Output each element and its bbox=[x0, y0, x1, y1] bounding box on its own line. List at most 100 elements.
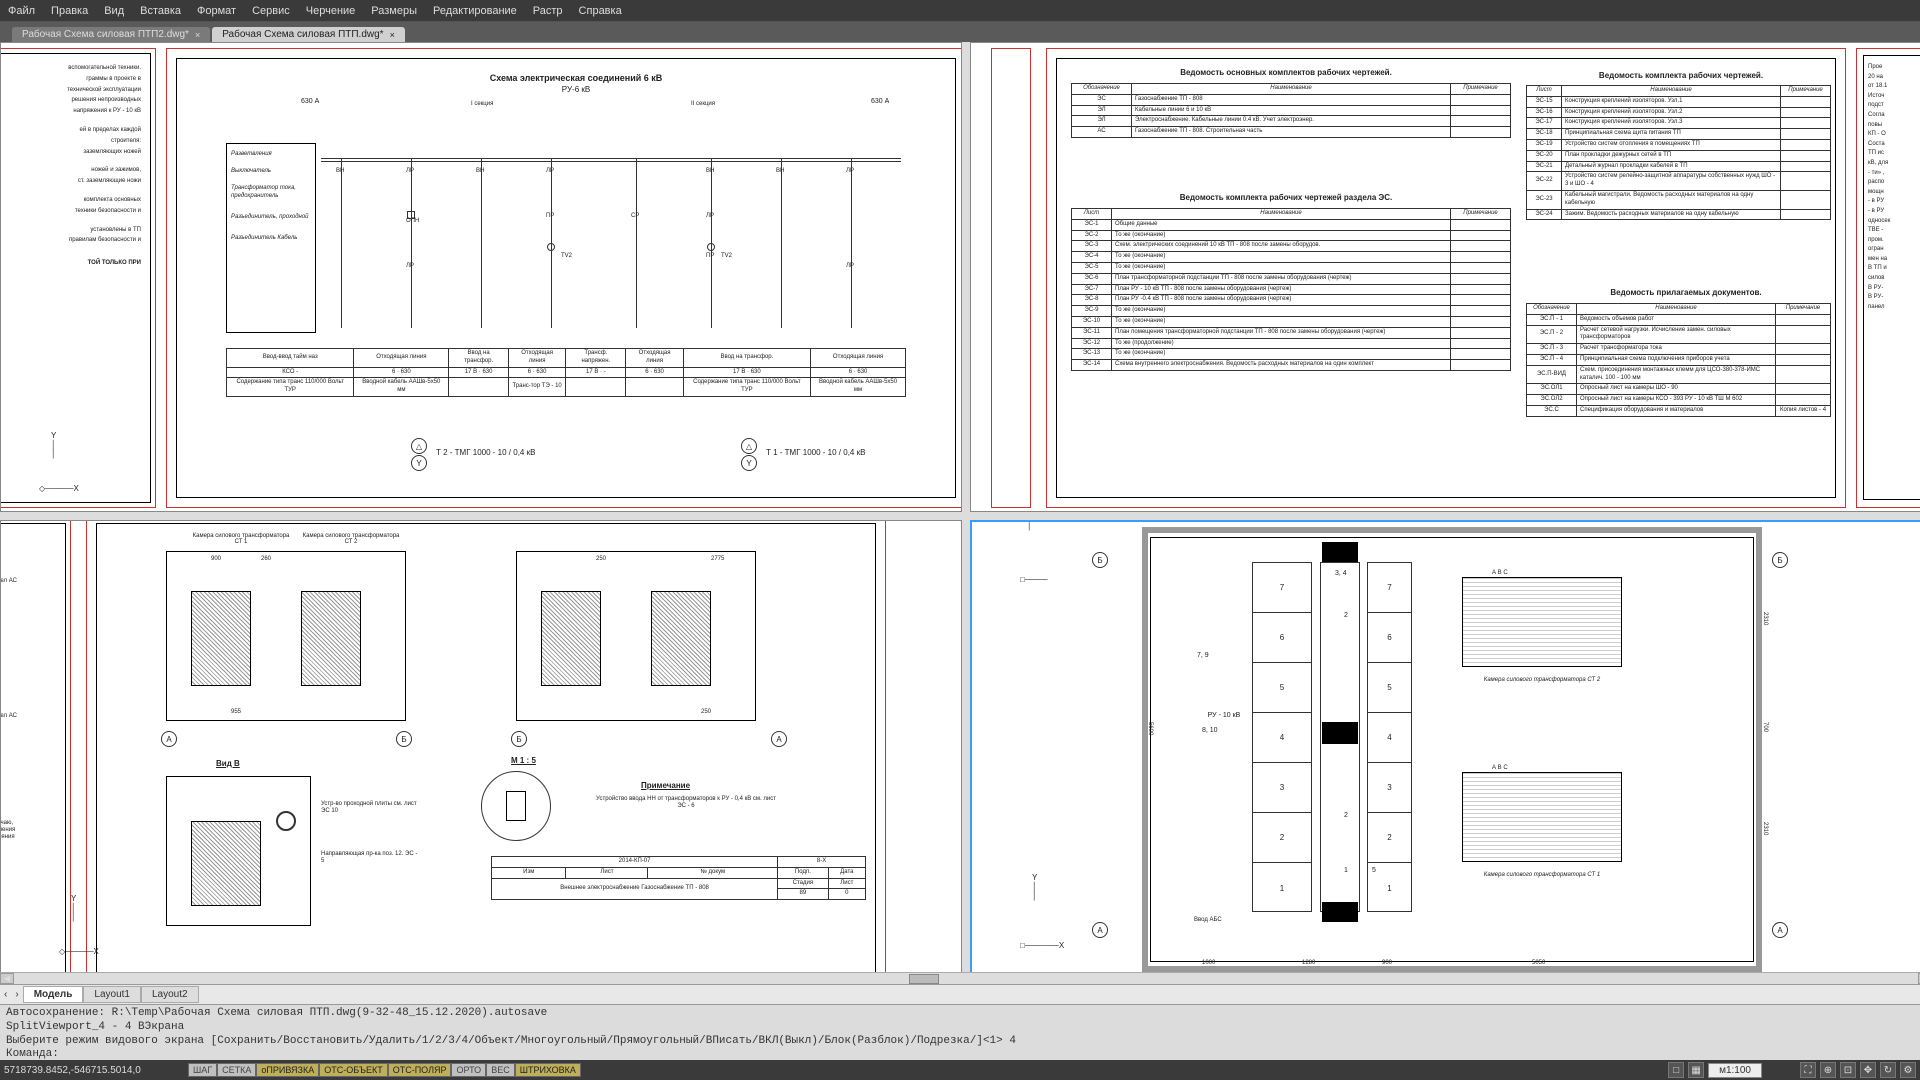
model-paper-icon[interactable]: □ bbox=[1668, 1062, 1684, 1078]
tab-file-1[interactable]: Рабочая Схема силовая ПТП.dwg* × bbox=[212, 27, 405, 42]
callout: 5 bbox=[1372, 867, 1376, 874]
text: ножей и зажимов, bbox=[0, 165, 141, 176]
text: ст. заземляющие ножи bbox=[0, 176, 141, 187]
ru-label: РУ - 10 кВ bbox=[1199, 712, 1249, 719]
text: ЛР bbox=[406, 168, 414, 174]
text: Выключатель bbox=[231, 168, 311, 175]
text: строителя: bbox=[0, 136, 141, 147]
statusbar: 5718739.8452,-546715.5014,0 ШАГ СЕТКА оП… bbox=[0, 1060, 1920, 1080]
dim: 1280 bbox=[1302, 960, 1315, 966]
ucs-icon: □──── ▲│ bbox=[1002, 532, 1062, 592]
menu-file[interactable]: Файл bbox=[8, 5, 35, 17]
viewport-icon[interactable]: ▦ bbox=[1688, 1062, 1704, 1078]
text: ЛР bbox=[546, 168, 554, 174]
viewport-top-right[interactable]: Ведомость основных комплектов рабочих че… bbox=[970, 42, 1920, 512]
toggle-osnap[interactable]: оПРИВЯЗКА bbox=[256, 1063, 319, 1077]
zoom-window-icon[interactable]: ⊡ bbox=[1840, 1062, 1856, 1078]
table4-title: Ведомость прилагаемых документов. bbox=[1556, 288, 1816, 297]
scroll-thumb[interactable] bbox=[909, 974, 939, 984]
text: ВН bbox=[706, 168, 714, 174]
zoom-extents-icon[interactable]: ⛶ bbox=[1800, 1062, 1816, 1078]
text: вспомогательной техники. bbox=[0, 63, 141, 74]
brand: Ввод АБС bbox=[1194, 917, 1222, 923]
dim: 5050 bbox=[1532, 960, 1545, 966]
note: Направляющая пр-ка поз. 12. ЭС - 5 bbox=[321, 851, 421, 865]
dim: 900 bbox=[211, 556, 221, 562]
toggle-otrack-polar[interactable]: ОТС-ПОЛЯР bbox=[388, 1063, 452, 1077]
viewport-bottom-left[interactable]: 12 разд ел АС 12 разд ел АС о случаю, кр… bbox=[0, 520, 962, 980]
layout-tab-model[interactable]: Модель bbox=[23, 986, 84, 1003]
tab-label: Рабочая Схема силовая ПТП2.dwg* bbox=[22, 29, 189, 40]
text: ТОЙ ТОЛЬКО ПРИ bbox=[0, 258, 141, 269]
text: Разветвления bbox=[231, 151, 311, 158]
viewport-top-left[interactable]: вспомогательной техники. граммы в проект… bbox=[0, 42, 962, 512]
ucs-icon: ◇─────X Y││ bbox=[21, 451, 91, 501]
toggle-ortho[interactable]: ОРТО bbox=[451, 1063, 486, 1077]
text: ей в пределах каждой bbox=[0, 125, 141, 136]
layout-prev[interactable]: ‹ bbox=[0, 989, 11, 1000]
toggle-lwt[interactable]: ВЕС bbox=[486, 1063, 515, 1077]
close-icon[interactable]: × bbox=[195, 30, 200, 40]
regen-icon[interactable]: ↻ bbox=[1880, 1062, 1896, 1078]
toggle-hatch[interactable]: ШТРИХОВКА bbox=[515, 1063, 581, 1077]
toggle-grid[interactable]: СЕТКА bbox=[217, 1063, 256, 1077]
h-scrollbar[interactable]: ◀ ▶ bbox=[0, 972, 1920, 984]
menu-help[interactable]: Справка bbox=[579, 5, 622, 17]
zoom-in-icon[interactable]: ⊕ bbox=[1820, 1062, 1836, 1078]
menu-edit[interactable]: Правка bbox=[51, 5, 88, 17]
menu-service[interactable]: Сервис bbox=[252, 5, 290, 17]
text: ПР bbox=[706, 253, 714, 259]
text: TV2 bbox=[561, 253, 572, 259]
status-toggles: ШАГ СЕТКА оПРИВЯЗКА ОТС-ОБЪЕКТ ОТС-ПОЛЯР… bbox=[188, 1063, 581, 1077]
table3-title: Ведомость комплекта рабочих чертежей. bbox=[1541, 71, 1821, 80]
text: установлены в ТП bbox=[0, 225, 141, 236]
drawing-area: вспомогательной техники. граммы в проект… bbox=[0, 42, 1920, 984]
menu-view[interactable]: Вид bbox=[104, 5, 124, 17]
scale[interactable]: м1:100 bbox=[1708, 1063, 1762, 1078]
abc: А В С bbox=[1492, 570, 1508, 576]
viewport-bottom-right[interactable]: 7 6 5 4 3 2 1 7 6 5 4 3 2 1 Камера силов… bbox=[970, 520, 1920, 980]
cmd-line: Автосохранение: R:\Temp\Рабочая Схема си… bbox=[6, 1007, 1914, 1021]
dim: 700 bbox=[1762, 722, 1768, 732]
toggle-otrack-obj[interactable]: ОТС-ОБЪЕКТ bbox=[319, 1063, 387, 1077]
menu-modify[interactable]: Редактирование bbox=[433, 5, 517, 17]
tab-file-0[interactable]: Рабочая Схема силовая ПТП2.dwg* × bbox=[12, 27, 210, 42]
vedomost-table-4: ОбозначениеНаименованиеПримечание ЭС.П -… bbox=[1526, 303, 1831, 417]
scroll-left-icon[interactable]: ◀ bbox=[0, 973, 14, 984]
menu-draw[interactable]: Черчение bbox=[306, 5, 356, 17]
layout-tabs: ‹ › Модель Layout1 Layout2 bbox=[0, 984, 1920, 1004]
text: TV2 bbox=[721, 253, 732, 259]
prim-title: Примечание bbox=[641, 781, 690, 790]
t1-label: Т 1 - ТМГ 1000 - 10 / 0,4 кВ bbox=[766, 448, 865, 457]
settings-icon[interactable]: ⚙ bbox=[1900, 1062, 1916, 1078]
text: ЛР bbox=[706, 213, 714, 219]
text: СР bbox=[631, 213, 639, 219]
cmd-line: Команда: bbox=[6, 1048, 1914, 1060]
menu-format[interactable]: Формат bbox=[197, 5, 236, 17]
dim: 5600 bbox=[1147, 722, 1153, 735]
menu-insert[interactable]: Вставка bbox=[140, 5, 181, 17]
callout: 3, 4 bbox=[1335, 570, 1347, 577]
axis-a: А bbox=[1092, 922, 1108, 938]
sec2: II секция bbox=[691, 101, 715, 107]
layout-tab-layout2[interactable]: Layout2 bbox=[141, 986, 199, 1003]
layout-tab-layout1[interactable]: Layout1 bbox=[83, 986, 141, 1003]
menu-dims[interactable]: Размеры bbox=[371, 5, 417, 17]
text: правилам безопасности и bbox=[0, 235, 141, 246]
pan-icon[interactable]: ✥ bbox=[1860, 1062, 1876, 1078]
axis-b: Б bbox=[1092, 552, 1108, 568]
text: техники безопасности и bbox=[0, 206, 141, 217]
menu-raster[interactable]: Растр bbox=[533, 5, 563, 17]
t2-label: Т 2 - ТМГ 1000 - 10 / 0,4 кВ bbox=[436, 448, 535, 457]
coordinates: 5718739.8452,-546715.5014,0 bbox=[4, 1065, 184, 1076]
axis-a: А bbox=[1772, 922, 1788, 938]
table2-title: Ведомость комплекта рабочих чертежей раз… bbox=[1121, 193, 1451, 202]
room-label: Камера силового трансформатора СТ 1 bbox=[1457, 872, 1627, 878]
close-icon[interactable]: × bbox=[390, 30, 395, 40]
callout: 2 bbox=[1344, 612, 1348, 619]
command-window[interactable]: Автосохранение: R:\Temp\Рабочая Схема си… bbox=[0, 1004, 1920, 1060]
table1-title: Ведомость основных комплектов рабочих че… bbox=[1121, 68, 1451, 77]
toggle-snap[interactable]: ШАГ bbox=[188, 1063, 217, 1077]
layout-next[interactable]: › bbox=[11, 989, 22, 1000]
transformer-icon: △ bbox=[741, 438, 757, 454]
